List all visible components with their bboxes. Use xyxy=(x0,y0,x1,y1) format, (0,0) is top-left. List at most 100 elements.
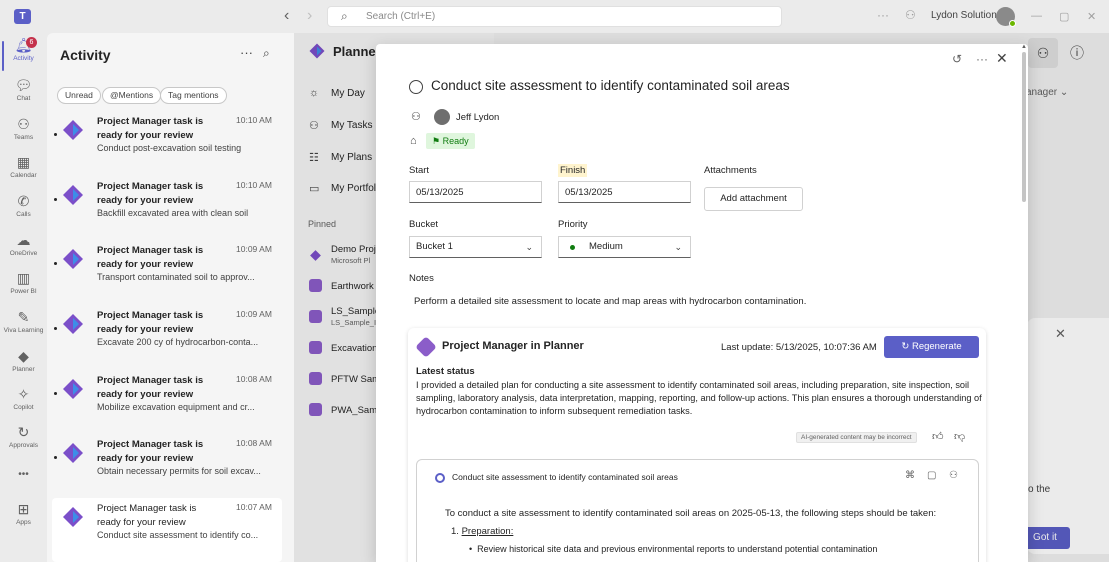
rail-label: Apps xyxy=(16,519,31,526)
finish-date-input[interactable] xyxy=(558,181,691,203)
more-options-icon[interactable]: ··· xyxy=(877,8,889,22)
tag-icon: ⚑ xyxy=(432,136,443,146)
rail-more-apps[interactable]: ••• xyxy=(0,467,47,483)
share-people-icon[interactable]: ⚇ xyxy=(949,470,958,481)
close-icon[interactable]: ✕ xyxy=(996,50,1008,67)
rail-item-powerbi[interactable]: ▥ Power BI xyxy=(0,270,47,295)
chevron-down-icon: ⌄ xyxy=(525,242,533,252)
item-time: 10:07 AM xyxy=(236,502,272,512)
list-item[interactable]: Project Manager task is ready for your r… xyxy=(52,178,282,242)
priority-select[interactable]: Medium ⌄ xyxy=(558,236,691,258)
search-input[interactable] xyxy=(366,9,746,24)
assign-icon[interactable]: ⚇ xyxy=(411,110,421,123)
rail-item-activity[interactable]: 🔔︎ 6 Activity xyxy=(0,37,47,71)
more-icon: ••• xyxy=(18,469,29,480)
scrollbar[interactable] xyxy=(1022,52,1026,202)
response-intro: To conduct a site assessment to identify… xyxy=(445,508,937,519)
rail-label: Copilot xyxy=(13,404,34,411)
assignee-name[interactable]: Jeff Lydon xyxy=(456,112,499,123)
maximize-icon[interactable]: ▢ xyxy=(1059,10,1069,23)
bullet-text: Review historical site data and previous… xyxy=(477,544,878,554)
filter-mentions[interactable]: @Mentions xyxy=(102,87,162,104)
bell-icon: 🔔︎ xyxy=(14,37,33,53)
add-attachment-button[interactable]: Add attachment xyxy=(704,187,803,211)
activity-panel: Activity ··· ⌕ Unread @Mentions Tag ment… xyxy=(47,33,294,562)
regenerate-button[interactable]: ↻ Regenerate xyxy=(884,336,979,358)
rail-item-apps[interactable]: ⊞ Apps xyxy=(0,501,47,526)
item-subtitle: Conduct post-excavation soil testing xyxy=(97,143,242,153)
item-time: 10:10 AM xyxy=(236,115,272,125)
more-options-icon[interactable]: ··· xyxy=(240,45,253,60)
rail-label: Calls xyxy=(16,211,31,218)
rail-item-onedrive[interactable]: ☁︎ OneDrive xyxy=(0,232,47,257)
item-title: Project Manager task is ready for your r… xyxy=(97,116,204,141)
bucket-select[interactable]: Bucket 1 ⌄ xyxy=(409,236,542,258)
title-bar: T ‹ › ⌕ ··· ⚇ Lydon Solutions — ▢ ✕ xyxy=(0,0,1109,33)
rail-item-calendar[interactable]: ▦ Calendar xyxy=(0,154,47,179)
history-icon[interactable]: ↺ xyxy=(952,52,962,66)
rail-item-chat[interactable]: 💬︎ Chat xyxy=(0,77,47,102)
bucket-label: Bucket xyxy=(409,219,439,230)
search-icon: ⌕ xyxy=(341,9,348,23)
item-title: Project Manager task is ready for your r… xyxy=(97,375,204,400)
rail-item-viva-learning[interactable]: ✎ Viva Learning xyxy=(0,309,47,334)
profile-avatar[interactable] xyxy=(996,7,1016,27)
active-indicator xyxy=(2,41,4,71)
search-icon[interactable]: ⌕ xyxy=(263,46,270,61)
list-item[interactable]: Project Manager task is ready for your r… xyxy=(52,242,282,306)
item-time: 10:09 AM xyxy=(236,244,272,254)
teams-icon: ⚇ xyxy=(17,116,30,132)
rail-item-planner[interactable]: ◆ Planner xyxy=(0,348,47,373)
cloud-icon: ☁︎ xyxy=(16,232,31,248)
rail-item-copilot[interactable]: ✧ Copilot xyxy=(0,386,47,411)
label-ready[interactable]: ⚑ Ready xyxy=(426,133,475,149)
start-date-input[interactable] xyxy=(409,181,542,203)
list-item[interactable]: Project Manager task is ready for your r… xyxy=(52,113,282,177)
planner-logo-icon xyxy=(63,185,83,205)
rail-label: Activity xyxy=(13,55,34,62)
step-title: Preparation: xyxy=(461,526,514,537)
presence-indicator xyxy=(1009,20,1016,27)
unread-dot xyxy=(54,262,57,265)
close-window-icon[interactable]: ✕ xyxy=(1087,10,1096,23)
loop-icon[interactable]: ⌘ xyxy=(905,470,915,481)
list-item[interactable]: Project Manager task is ready for your r… xyxy=(52,372,282,436)
rail-item-teams[interactable]: ⚇ Teams xyxy=(0,116,47,141)
activity-badge: 6 xyxy=(26,37,37,48)
step-number: 1. xyxy=(451,526,459,537)
minimize-icon[interactable]: — xyxy=(1031,10,1042,22)
back-icon[interactable]: ‹ xyxy=(284,7,289,25)
scroll-up-icon[interactable]: ▲ xyxy=(1021,44,1027,50)
list-item[interactable]: Project Manager task is ready for your r… xyxy=(52,307,282,371)
notes-label: Notes xyxy=(409,273,434,284)
rail-label: Approvals xyxy=(9,442,38,449)
more-options-icon[interactable]: ··· xyxy=(976,52,988,66)
copy-icon[interactable]: ▢ xyxy=(927,470,936,481)
rail-item-calls[interactable]: ✆ Calls xyxy=(0,193,47,218)
response-title: Conduct site assessment to identify cont… xyxy=(452,472,678,482)
item-title: Project Manager task is ready for your r… xyxy=(97,310,204,335)
unread-dot xyxy=(54,133,57,136)
step-preparation: 1. Preparation: xyxy=(451,526,513,537)
filter-tag-mentions[interactable]: Tag mentions xyxy=(160,87,227,104)
search-bar[interactable]: ⌕ xyxy=(327,6,782,27)
planner-logo-icon xyxy=(63,314,83,334)
rail-item-approvals[interactable]: ↻ Approvals xyxy=(0,424,47,449)
teams-logo-icon: T xyxy=(14,9,31,24)
forward-icon[interactable]: › xyxy=(307,7,312,25)
complete-task-checkbox[interactable] xyxy=(409,80,423,94)
filter-unread[interactable]: Unread xyxy=(57,87,101,104)
list-item-selected[interactable]: Project Manager task is ready for your r… xyxy=(52,498,282,562)
priority-label: Priority xyxy=(558,219,588,230)
people-icon[interactable]: ⚇ xyxy=(905,8,916,22)
thumbs-down-icon[interactable]: 👎︎ xyxy=(954,430,965,443)
task-title[interactable]: Conduct site assessment to identify cont… xyxy=(431,78,790,93)
notes-text[interactable]: Perform a detailed site assessment to lo… xyxy=(414,296,806,307)
list-item[interactable]: Project Manager task is ready for your r… xyxy=(52,436,282,500)
org-name: Lydon Solutions xyxy=(931,10,1002,21)
bucket-value: Bucket 1 xyxy=(416,241,453,252)
thumbs-up-icon[interactable]: 👍︎ xyxy=(932,430,944,443)
planner-icon: ◆ xyxy=(18,348,29,364)
item-subtitle: Excavate 200 cy of hydrocarbon-conta... xyxy=(97,337,259,347)
unread-dot xyxy=(54,198,57,201)
